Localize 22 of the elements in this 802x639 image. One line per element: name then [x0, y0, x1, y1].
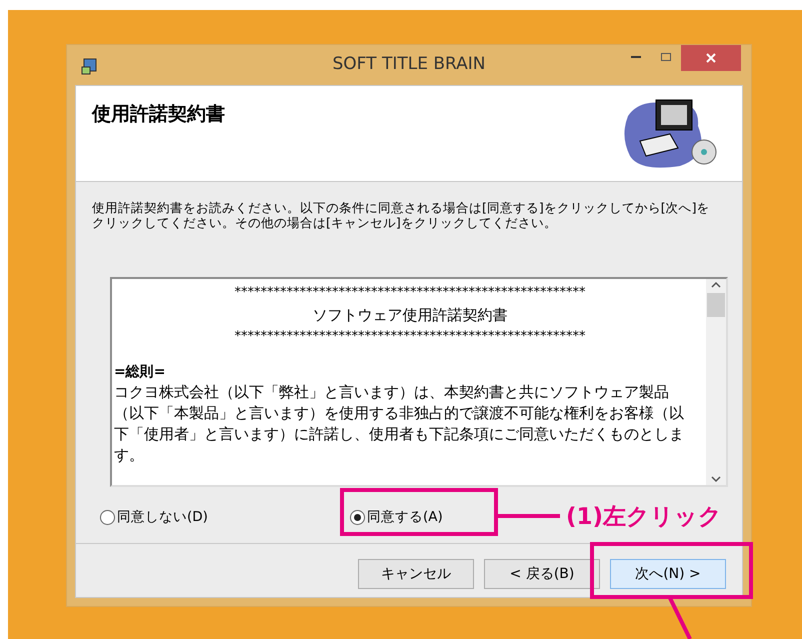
scrollbar[interactable] — [706, 279, 726, 485]
dialog-button[interactable]: < 戻る(B) — [484, 559, 600, 590]
scroll-up-icon[interactable] — [711, 281, 721, 289]
scroll-down-icon[interactable] — [711, 475, 721, 483]
dialog-button[interactable]: キャンセル — [358, 559, 474, 590]
radio-option[interactable]: 同意しない(D) — [100, 507, 350, 528]
dialog-button[interactable]: 次へ(N) > — [610, 559, 726, 590]
section-heading: =総則= — [114, 363, 166, 382]
close-icon — [706, 53, 716, 63]
radio-option[interactable]: 同意する(A) — [350, 507, 443, 528]
window-title: SOFT TITLE BRAIN — [332, 53, 486, 76]
scroll-thumb[interactable] — [707, 293, 725, 317]
annotation-label: (1)左クリック — [566, 503, 722, 532]
instructions-text: 使用許諾契約書をお読みください。以下の条件に同意される場合は[同意する]をクリックしてから[次へ]をクリックしてください。その他の場合は[キャンセル]をクリックしてください。 — [92, 200, 711, 230]
license-paragraph: コクヨ株式会社（以下「弊社」と言います）は、本契約書と共にソフトウェア製品（以下「本製品」と言います）を使用する非独占的で譲渡不可能な権利をお客様（以下「使用者」と言います）に許諾し、使用者も下記条項にご同意いただくものとします。 — [114, 382, 685, 466]
license-rule: ****************************************************** — [234, 284, 586, 302]
installer-app-icon — [81, 57, 99, 75]
header-title: 使用許諾契約書 — [92, 102, 225, 127]
license-title: ソフトウェア使用許諾契約書 — [312, 305, 508, 326]
license-rule: ****************************************************** — [234, 328, 586, 346]
close-button[interactable] — [681, 45, 741, 71]
leader-line — [668, 598, 692, 639]
